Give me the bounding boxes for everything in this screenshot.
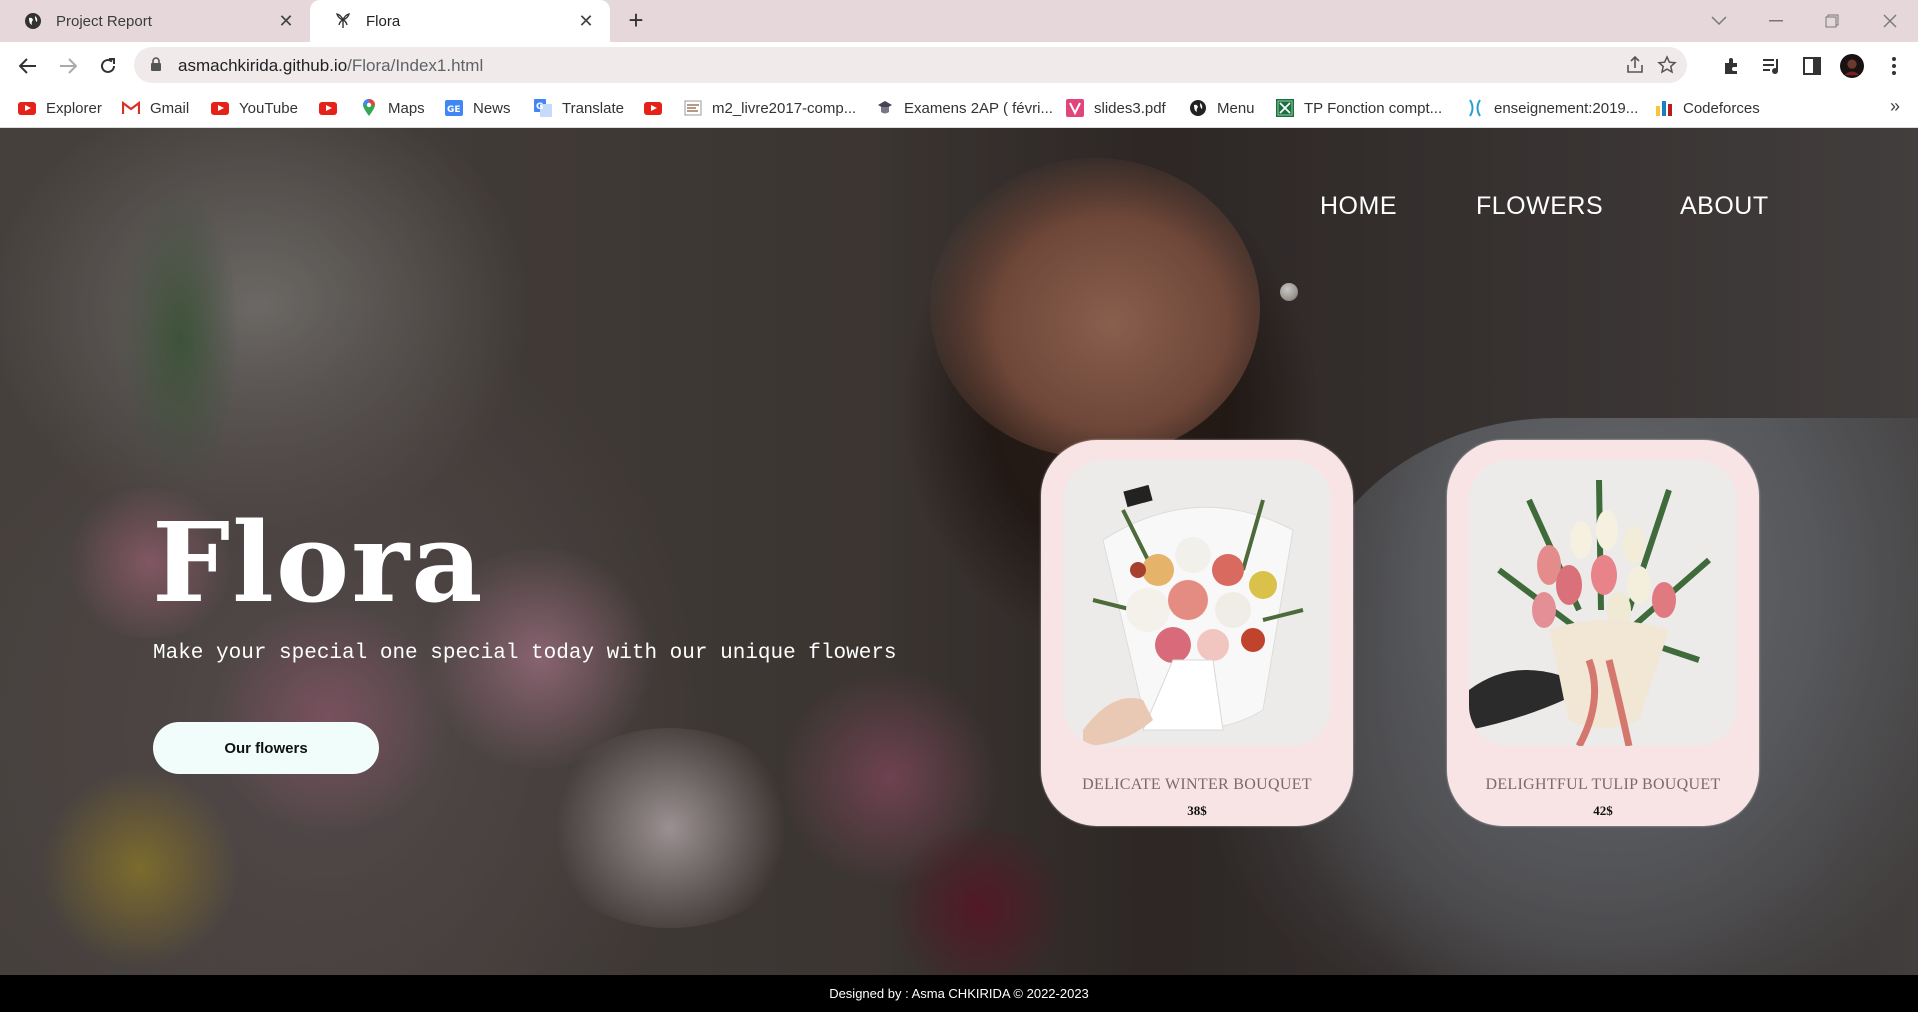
nav-about-link[interactable]: ABOUT (1680, 192, 1769, 221)
hero-subtitle: Make your special one special today with… (153, 642, 897, 665)
bookmark-label: Translate (562, 99, 624, 117)
svg-text:GE: GE (447, 105, 461, 115)
bookmark-label: YouTube (239, 99, 298, 117)
product-card-tulip-bouquet[interactable]: DELIGHTFUL TULIP BOUQUET 42$ (1447, 440, 1759, 826)
bookmark-label: slides3.pdf (1094, 99, 1166, 117)
nav-home-link[interactable]: HOME (1320, 192, 1397, 221)
product-price: 38$ (1187, 803, 1207, 818)
url-path: /Flora/Index1.html (347, 56, 484, 75)
bookmark-codeforces[interactable]: Codeforces (1655, 96, 1760, 120)
reload-icon[interactable] (92, 50, 124, 82)
our-flowers-button[interactable]: Our flowers (153, 722, 379, 774)
product-name: DELIGHTFUL TULIP BOUQUET (1485, 776, 1721, 793)
tab-project-report[interactable]: Project Report ✕ (0, 0, 310, 42)
product-name: DELICATE WINTER BOUQUET (1082, 776, 1312, 793)
bookmark-label: enseignement:2019... (1494, 99, 1639, 117)
tab-title: Flora (366, 12, 401, 30)
browser-menu-icon[interactable] (1882, 54, 1906, 78)
media-control-icon[interactable] (1760, 54, 1784, 78)
bouquet-photo (1063, 460, 1331, 746)
school-icon (876, 99, 894, 117)
lock-icon[interactable] (150, 57, 162, 77)
side-panel-icon[interactable] (1800, 54, 1824, 78)
bookmark-label: Explorer (46, 99, 102, 117)
gmail-icon (122, 99, 140, 117)
url-host: asmachkirida.github.io (178, 56, 348, 75)
product-price: 42$ (1593, 803, 1613, 818)
more-bookmarks-icon[interactable]: » (1890, 96, 1900, 117)
bookmark-tp-fonction[interactable]: TP Fonction compt... (1276, 96, 1442, 120)
globe-icon (1189, 99, 1207, 117)
codeforces-icon (1655, 99, 1673, 117)
browser-toolbar: asmachkirida.github.io/Flora/Index1.html (0, 42, 1918, 88)
pdf-icon (1066, 99, 1084, 117)
close-window-icon[interactable] (1862, 0, 1918, 42)
youtube-icon (644, 99, 662, 117)
bookmark-label: News (473, 99, 511, 117)
restore-icon[interactable] (1804, 0, 1860, 42)
extensions-icon[interactable] (1720, 54, 1744, 78)
product-card-winter-bouquet[interactable]: DELICATE WINTER BOUQUET 38$ (1041, 440, 1353, 826)
forward-arrow-icon[interactable] (52, 50, 84, 82)
excel-icon (1276, 99, 1294, 117)
bookmark-explorer[interactable]: Explorer (18, 96, 102, 120)
youtube-icon (211, 99, 229, 117)
bookmark-translate[interactable]: G Translate (534, 96, 624, 120)
share-icon[interactable] (1625, 55, 1645, 80)
wiki-icon (1466, 99, 1484, 117)
close-tab-icon[interactable]: ✕ (574, 9, 598, 33)
bookmark-label: Codeforces (1683, 99, 1760, 117)
page-footer: Designed by : Asma CHKIRIDA © 2022-2023 (0, 975, 1918, 1012)
maps-icon (360, 99, 378, 117)
news-icon: GE (445, 99, 463, 117)
flower-icon (334, 12, 352, 30)
bookmark-youtube-2[interactable] (319, 96, 347, 120)
bookmark-label: Maps (388, 99, 425, 117)
bookmark-label: TP Fonction compt... (1304, 99, 1443, 117)
bookmark-enseignement[interactable]: enseignement:2019... (1466, 96, 1638, 120)
flora-hero-section: HOME FLOWERS ABOUT Flora Make your speci… (0, 128, 1918, 975)
document-icon (684, 99, 702, 117)
translate-icon: G (534, 99, 552, 117)
address-bar[interactable]: asmachkirida.github.io/Flora/Index1.html (134, 47, 1687, 83)
back-arrow-icon[interactable] (12, 50, 44, 82)
bookmark-examens[interactable]: Examens 2AP ( févri... (876, 96, 1053, 120)
tab-flora[interactable]: Flora ✕ (310, 0, 610, 42)
bookmark-gmail[interactable]: Gmail (122, 96, 189, 120)
url-text[interactable]: asmachkirida.github.io/Flora/Index1.html (178, 56, 483, 76)
bookmark-label: Menu (1217, 99, 1255, 117)
bookmark-label: Examens 2AP ( févri... (904, 99, 1053, 117)
tab-strip: Project Report ✕ Flora ✕ + (0, 0, 1918, 42)
profile-avatar[interactable] (1840, 54, 1864, 78)
new-tab-button[interactable]: + (620, 7, 652, 34)
bouquet-photo (1469, 460, 1737, 746)
bookmark-youtube[interactable]: YouTube (211, 96, 298, 120)
globe-icon (24, 12, 42, 30)
tab-search-chevron-icon[interactable] (1704, 6, 1734, 36)
bookmark-star-icon[interactable] (1657, 55, 1677, 80)
bookmark-slides3[interactable]: slides3.pdf (1066, 96, 1166, 120)
youtube-icon (319, 99, 337, 117)
bookmarks-bar: Explorer Gmail YouTube Maps GE News G Tr… (0, 88, 1918, 128)
bookmark-menu[interactable]: Menu (1189, 96, 1255, 120)
bookmark-m2-livre[interactable]: m2_livre2017-comp... (684, 96, 856, 120)
bookmark-maps[interactable]: Maps (360, 96, 425, 120)
youtube-icon (18, 99, 36, 117)
close-tab-icon[interactable]: ✕ (274, 9, 298, 33)
tab-title: Project Report (56, 12, 152, 30)
nav-flowers-link[interactable]: FLOWERS (1476, 192, 1603, 221)
bookmark-label: m2_livre2017-comp... (712, 99, 857, 117)
hero-title: Flora (152, 498, 485, 627)
svg-text:G: G (536, 102, 543, 112)
bookmark-youtube-3[interactable] (644, 96, 672, 120)
bookmark-label: Gmail (150, 99, 190, 117)
minimize-icon[interactable] (1748, 0, 1804, 42)
bookmark-news[interactable]: GE News (445, 96, 511, 120)
